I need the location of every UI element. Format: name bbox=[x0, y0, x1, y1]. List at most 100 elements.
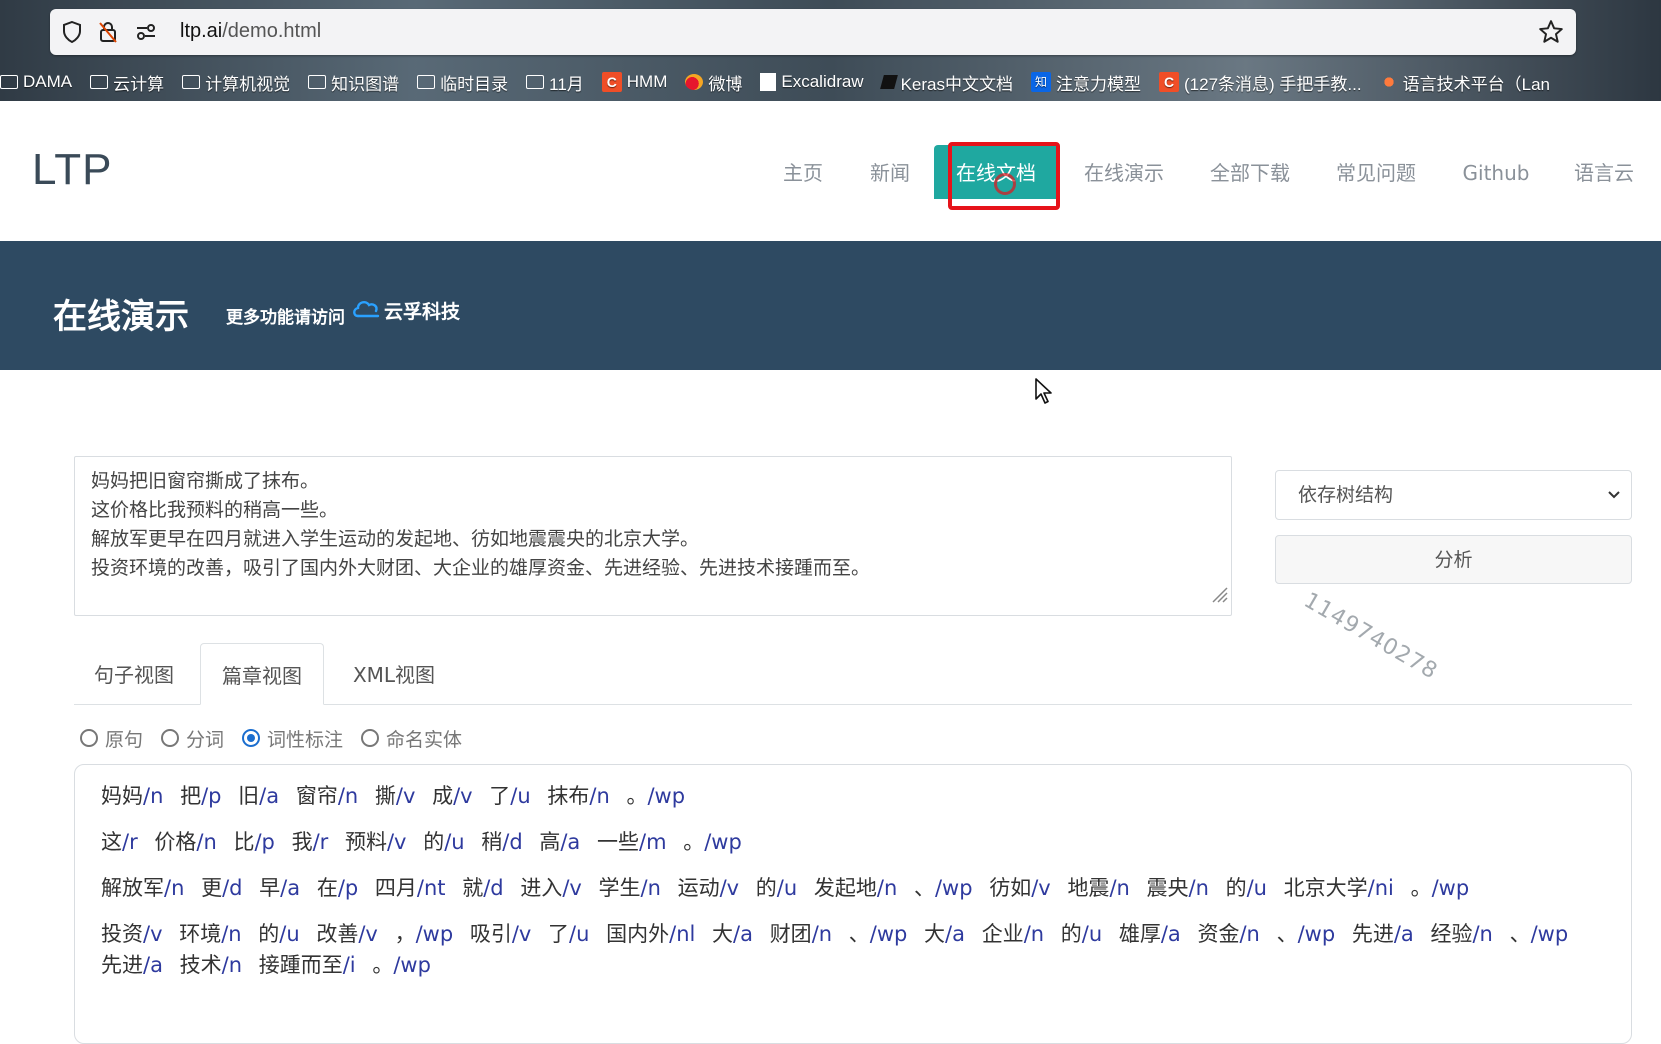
pos-token: 。/wp bbox=[372, 953, 431, 977]
token-word: 就 bbox=[462, 876, 484, 900]
tab-document-view[interactable]: 篇章视图 bbox=[200, 643, 324, 705]
token-word: 比 bbox=[233, 830, 255, 854]
folder-icon bbox=[90, 75, 109, 89]
token-pos-tag: /nt bbox=[416, 876, 446, 900]
token-word: 撕 bbox=[374, 784, 396, 808]
token-word: 技术 bbox=[179, 953, 222, 977]
partner-link[interactable]: 云孚科技 bbox=[352, 297, 460, 324]
token-word: 早 bbox=[259, 876, 281, 900]
token-word: 四月 bbox=[374, 876, 417, 900]
token-word: 。 bbox=[372, 953, 394, 977]
bookmark-item[interactable]: Keras中文文档 bbox=[879, 70, 1013, 95]
token-word: 环境 bbox=[179, 922, 222, 946]
pos-token: 一些/m bbox=[597, 830, 667, 854]
nav-news[interactable]: 新闻 bbox=[858, 145, 922, 199]
token-word: 改善 bbox=[316, 922, 359, 946]
pos-token: 的/u bbox=[423, 830, 464, 854]
select-value: 依存树结构 bbox=[1298, 484, 1394, 506]
bookmark-item[interactable]: 语言技术平台（Lan bbox=[1379, 70, 1550, 95]
bookmark-item[interactable]: 11月 bbox=[526, 70, 584, 95]
radio-label: 命名实体 bbox=[386, 728, 463, 751]
url-text[interactable]: ltp.ai/demo.html bbox=[180, 20, 321, 43]
token-word: 学生 bbox=[598, 876, 641, 900]
pos-token: 窗帘/n bbox=[296, 784, 358, 808]
bookmark-star-icon[interactable] bbox=[1538, 19, 1564, 49]
pos-token: 在/p bbox=[317, 876, 358, 900]
token-word: 发起地 bbox=[813, 876, 877, 900]
token-pos-tag: /n bbox=[164, 876, 185, 900]
bookmark-item[interactable]: 知识图谱 bbox=[308, 70, 399, 95]
bookmark-item[interactable]: 云计算 bbox=[90, 70, 164, 95]
radio-unchecked-icon[interactable] bbox=[80, 729, 98, 747]
token-word: 经验 bbox=[1430, 922, 1473, 946]
token-pos-tag: /n bbox=[1023, 922, 1045, 946]
pos-token: 旧/a bbox=[238, 784, 279, 808]
pos-token: 撕/v bbox=[375, 784, 416, 808]
pos-token: 彷如/v bbox=[989, 876, 1051, 900]
radio-option[interactable]: 词性标注 bbox=[242, 725, 343, 752]
token-word: 抹布 bbox=[547, 784, 590, 808]
token-pos-tag: /p bbox=[254, 830, 275, 854]
resize-grip-icon[interactable] bbox=[1209, 584, 1229, 613]
main-nav: 主页 新闻 在线文档 在线演示 全部下载 常见问题 Github 语言云 bbox=[0, 145, 1661, 199]
token-word: 的 bbox=[755, 876, 777, 900]
token-pos-tag: /n bbox=[196, 830, 217, 854]
radio-option[interactable]: 命名实体 bbox=[361, 725, 462, 752]
token-pos-tag: /n bbox=[221, 953, 243, 977]
nav-github[interactable]: Github bbox=[1456, 145, 1536, 199]
bookmark-item[interactable]: 微博 bbox=[685, 70, 742, 95]
token-word: 投资 bbox=[101, 922, 143, 946]
radio-unchecked-icon[interactable] bbox=[161, 729, 180, 747]
radio-option[interactable]: 分词 bbox=[161, 725, 224, 752]
token-word: 的 bbox=[1060, 922, 1082, 946]
pos-token: 的/u bbox=[756, 876, 797, 900]
token-pos-tag: /wp bbox=[1297, 922, 1336, 946]
pos-token: 我/r bbox=[292, 830, 329, 854]
analyze-button[interactable]: 分析 bbox=[1275, 535, 1632, 584]
token-pos-tag: /u bbox=[444, 830, 465, 854]
partner-name: 云孚科技 bbox=[384, 301, 461, 323]
bookmark-item[interactable]: 临时目录 bbox=[417, 70, 508, 95]
bookmark-item[interactable]: DAMA bbox=[0, 72, 72, 92]
radio-unchecked-icon[interactable] bbox=[361, 729, 380, 747]
page-title: 在线演示 bbox=[53, 297, 189, 337]
bookmark-item[interactable]: Excalidraw bbox=[760, 72, 864, 92]
pos-token: 比/p bbox=[233, 830, 274, 854]
token-word: 。 bbox=[1410, 876, 1432, 900]
token-pos-tag: /v bbox=[358, 922, 378, 946]
radio-checked-icon[interactable] bbox=[242, 729, 261, 747]
token-word: 稍 bbox=[481, 830, 503, 854]
pos-token: 改善/v bbox=[316, 922, 378, 946]
pos-token: 。/wp bbox=[626, 784, 685, 808]
pos-token: 的/u bbox=[258, 922, 299, 946]
bookmark-item[interactable]: C HMM bbox=[601, 72, 667, 92]
bookmark-item[interactable]: C (127条消息) 手把手教... bbox=[1159, 70, 1362, 95]
nav-online-demo[interactable]: 在线演示 bbox=[1076, 145, 1172, 199]
address-bar[interactable]: ltp.ai/demo.html bbox=[50, 9, 1576, 55]
token-pos-tag: /u bbox=[510, 784, 531, 808]
nav-faq[interactable]: 常见问题 bbox=[1328, 145, 1424, 199]
pos-token: 妈妈/n bbox=[101, 784, 163, 808]
bookmark-item[interactable]: 计算机视觉 bbox=[182, 70, 290, 95]
tab-xml-view[interactable]: XML视图 bbox=[332, 643, 456, 704]
token-pos-tag: /a bbox=[1393, 922, 1414, 946]
pos-token: 环境/n bbox=[179, 922, 241, 946]
insecure-lock-icon[interactable] bbox=[96, 20, 120, 44]
tab-sentence-view[interactable]: 句子视图 bbox=[74, 643, 194, 704]
pos-token: 震央/n bbox=[1147, 876, 1209, 900]
radio-option[interactable]: 原句 bbox=[80, 725, 143, 752]
pos-token: 成/v bbox=[432, 784, 473, 808]
view-type-select[interactable]: 依存树结构 bbox=[1275, 470, 1632, 520]
token-word: 企业 bbox=[981, 922, 1024, 946]
permissions-icon[interactable] bbox=[134, 20, 158, 44]
folder-icon bbox=[0, 75, 18, 89]
nav-home[interactable]: 主页 bbox=[768, 145, 838, 199]
shield-icon[interactable] bbox=[60, 20, 84, 44]
nav-language-cloud[interactable]: 语言云 bbox=[1566, 145, 1642, 199]
token-pos-tag: /n bbox=[876, 876, 898, 900]
pos-token: ，/wp bbox=[395, 922, 454, 946]
radio-label: 分词 bbox=[186, 728, 225, 751]
sentence-input[interactable]: 妈妈把旧窗帘撕成了抹布。 这价格比我预料的稍高一些。 解放军更早在四月就进入学生… bbox=[74, 456, 1232, 616]
nav-downloads[interactable]: 全部下载 bbox=[1202, 145, 1298, 199]
bookmark-item[interactable]: 知注意力模型 bbox=[1031, 70, 1141, 95]
